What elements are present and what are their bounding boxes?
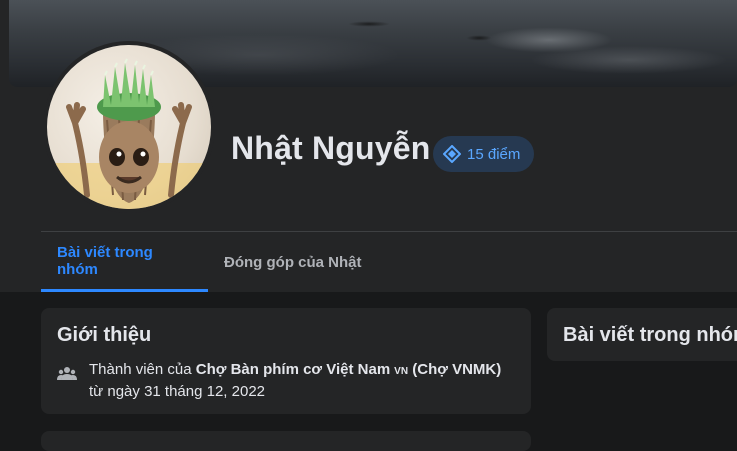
- group-posts-title: Bài viết trong nhóm: [563, 324, 737, 346]
- membership-info: Thành viên của Chợ Bàn phím cơ Việt Nam V…: [57, 360, 517, 402]
- tab-group-posts[interactable]: Bài viết trong nhóm: [41, 232, 208, 292]
- profile-name[interactable]: Nhật Nguyễn: [231, 130, 431, 167]
- points-badge[interactable]: 15 điểm: [433, 136, 535, 172]
- group-name-link[interactable]: Chợ Bàn phím cơ Việt Nam: [196, 361, 390, 378]
- tab-contributions[interactable]: Đóng góp của Nhật: [208, 232, 378, 292]
- group-short-name[interactable]: (Chợ VNMK): [412, 361, 501, 378]
- group-icon: [57, 367, 77, 380]
- diamond-badge-icon: [443, 145, 461, 163]
- points-label: 15 điểm: [467, 145, 521, 163]
- membership-prefix: Thành viên của: [89, 361, 196, 378]
- next-card: [41, 431, 531, 451]
- intro-card: Giới thiệu Thành viên của Chợ Bàn phím c…: [41, 308, 531, 414]
- group-posts-card: Bài viết trong nhóm: [547, 308, 737, 361]
- membership-since: từ ngày 31 tháng 12, 2022: [89, 383, 266, 400]
- avatar[interactable]: [47, 45, 211, 209]
- group-flag: VN: [394, 366, 409, 377]
- intro-title: Giới thiệu: [57, 324, 152, 346]
- membership-text: Thành viên của Chợ Bàn phím cơ Việt Nam V…: [89, 360, 517, 402]
